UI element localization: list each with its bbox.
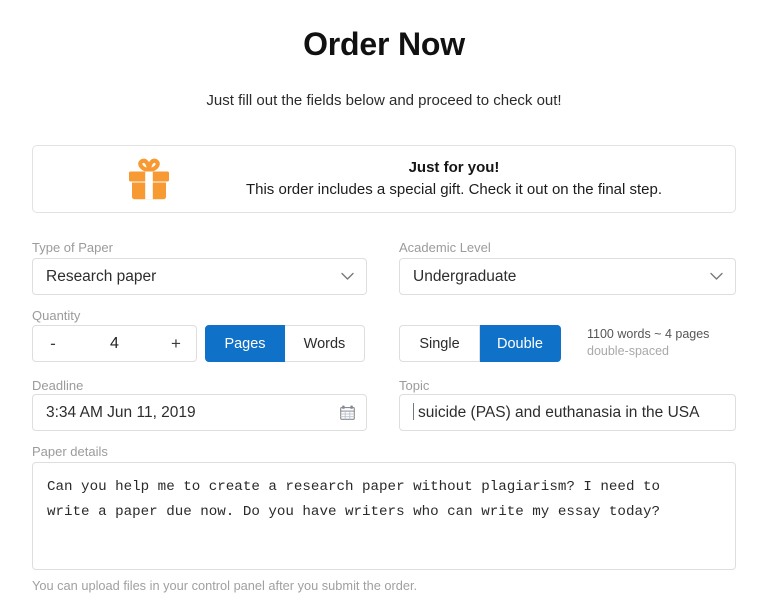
- type-of-paper-select[interactable]: Research paper: [32, 258, 367, 295]
- deadline-value: 3:34 AM Jun 11, 2019: [46, 403, 196, 421]
- spacing-option-double[interactable]: Double: [480, 325, 561, 362]
- text-caret: [413, 403, 414, 420]
- type-of-paper-label: Type of Paper: [32, 240, 113, 255]
- spacing-toggle-group[interactable]: Single Double: [399, 325, 561, 362]
- page-title: Order Now: [303, 26, 465, 62]
- gift-banner: Just for you! This order includes a spec…: [32, 145, 736, 213]
- paper-details-label: Paper details: [32, 444, 108, 459]
- gift-banner-title: Just for you!: [408, 159, 500, 176]
- quantity-stepper[interactable]: - 4 +: [32, 325, 197, 362]
- units-option-pages[interactable]: Pages: [205, 325, 285, 362]
- topic-field[interactable]: suicide (PAS) and euthanasia in the USA: [399, 394, 736, 431]
- units-option-words[interactable]: Words: [285, 325, 365, 362]
- academic-level-value: Undergraduate: [413, 267, 517, 285]
- chevron-down-icon: [334, 259, 360, 294]
- quantity-value[interactable]: 4: [73, 335, 156, 353]
- units-toggle-group[interactable]: Pages Words: [205, 325, 365, 362]
- gift-banner-description: This order includes a special gift. Chec…: [245, 181, 663, 198]
- deadline-label: Deadline: [32, 378, 84, 393]
- gift-banner-text: Just for you! This order includes a spec…: [183, 146, 725, 212]
- chevron-down-icon: [703, 259, 729, 294]
- spacing-option-single[interactable]: Single: [399, 325, 480, 362]
- calendar-icon[interactable]: [334, 395, 360, 430]
- academic-level-label: Academic Level: [399, 240, 491, 255]
- quantity-increment-button[interactable]: +: [156, 335, 196, 352]
- words-estimate-primary: 1100 words ~ 4 pages: [587, 327, 710, 341]
- quantity-label: Quantity: [32, 308, 81, 323]
- topic-input[interactable]: suicide (PAS) and euthanasia in the USA: [400, 403, 735, 422]
- topic-value: suicide (PAS) and euthanasia in the USA: [418, 404, 700, 421]
- order-form-page: Order Now Just fill out the fields below…: [0, 0, 768, 615]
- gift-icon: [125, 158, 173, 204]
- paper-details-textarea[interactable]: Can you help me to create a research pap…: [32, 462, 736, 570]
- paper-details-value: Can you help me to create a research pap…: [47, 479, 660, 520]
- topic-label: Topic: [399, 378, 430, 393]
- upload-note: You can upload files in your control pan…: [32, 578, 418, 593]
- quantity-decrement-button[interactable]: -: [33, 335, 73, 352]
- type-of-paper-value: Research paper: [46, 267, 157, 285]
- academic-level-select[interactable]: Undergraduate: [399, 258, 736, 295]
- words-estimate-note: 1100 words ~ 4 pages double-spaced: [587, 326, 709, 360]
- page-subtitle: Just fill out the fields below and proce…: [206, 92, 562, 109]
- deadline-field[interactable]: 3:34 AM Jun 11, 2019: [32, 394, 367, 431]
- words-estimate-secondary: double-spaced: [587, 344, 670, 358]
